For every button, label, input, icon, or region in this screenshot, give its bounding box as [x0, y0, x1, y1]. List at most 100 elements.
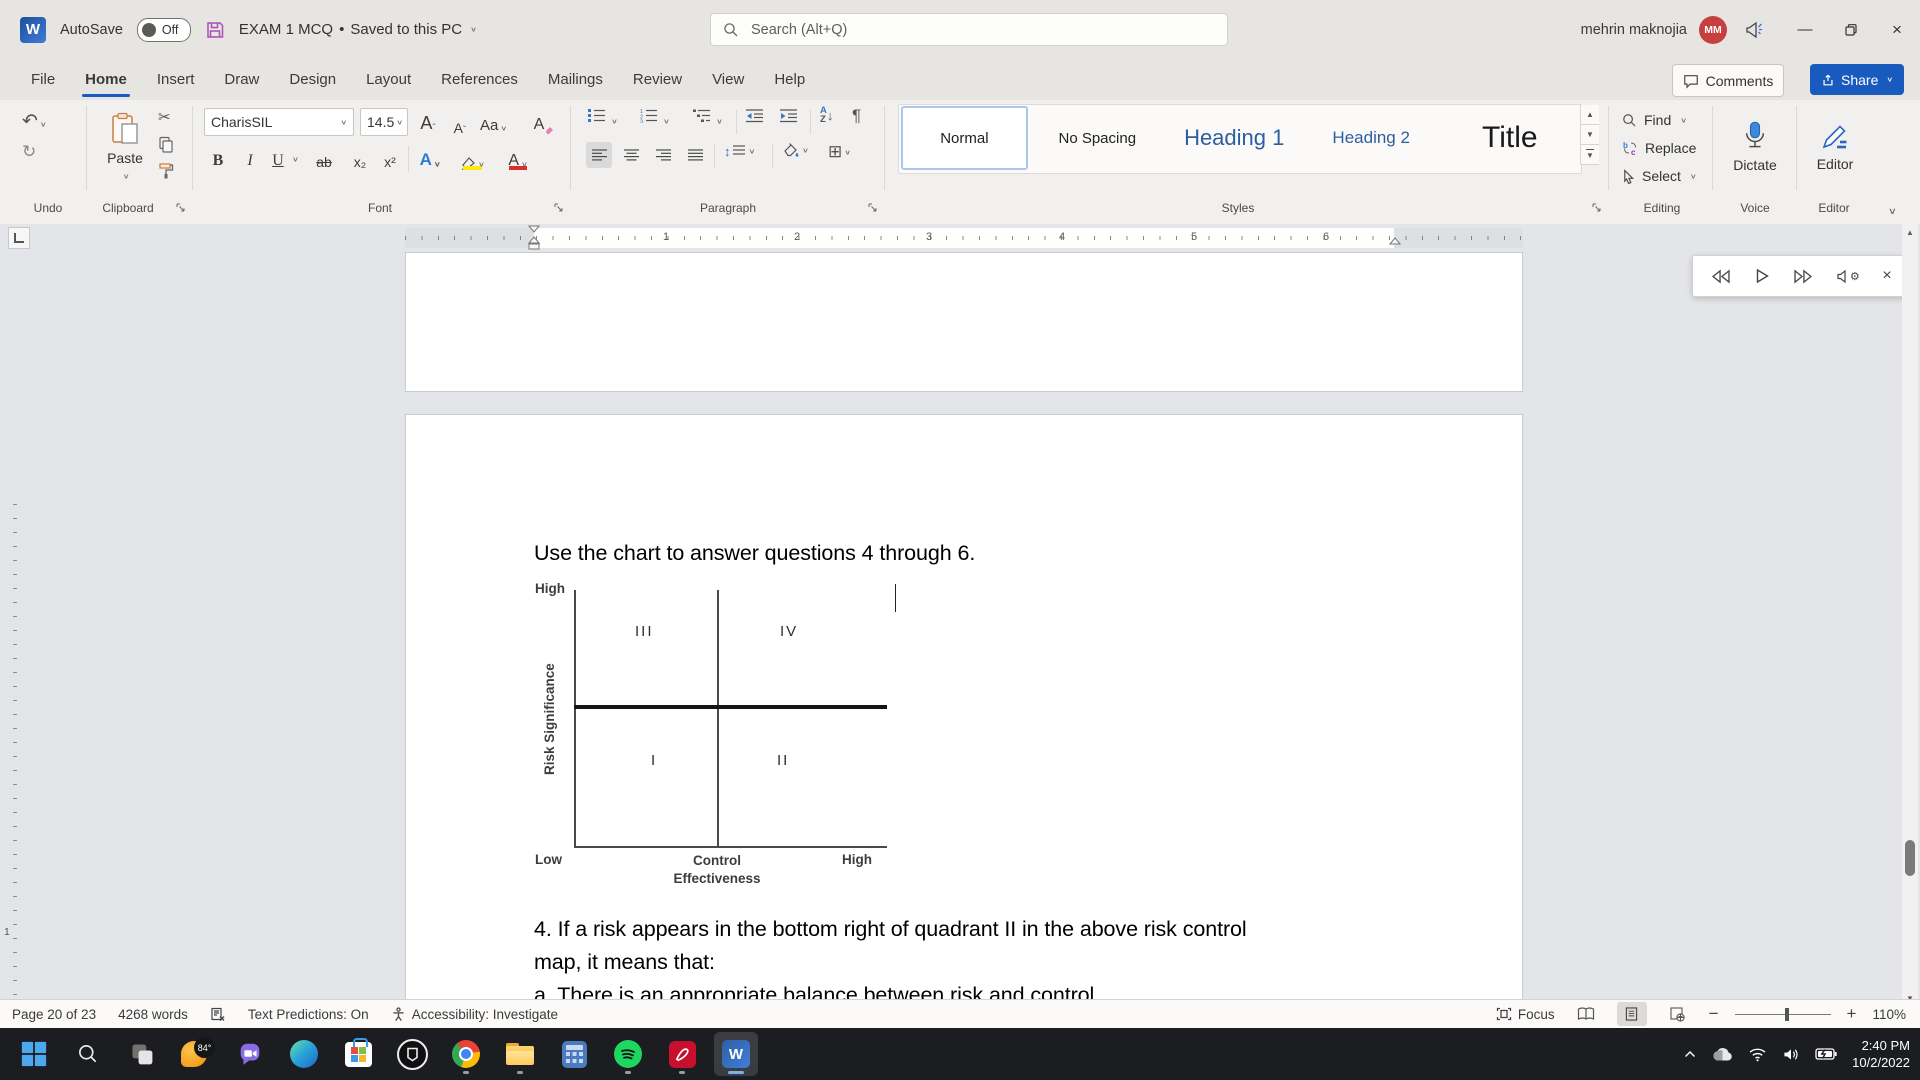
tab-layout[interactable]: Layout [351, 59, 426, 100]
numbering-chevron-icon[interactable]: ∨ [663, 117, 670, 125]
style-heading1[interactable]: Heading 1 [1167, 107, 1302, 169]
tab-references[interactable]: References [426, 59, 533, 100]
borders-button[interactable]: ⊞ ∨ [828, 142, 851, 162]
scroll-up-icon[interactable]: ▲ [1902, 224, 1918, 240]
intro-paragraph[interactable]: Use the chart to answer questions 4 thro… [534, 537, 975, 570]
font-name-combo[interactable]: CharisSIL∨ [204, 108, 354, 136]
underline-chevron-icon[interactable]: ∨ [292, 155, 299, 163]
style-title[interactable]: Title [1441, 107, 1579, 169]
align-right-button[interactable] [650, 142, 676, 168]
underline-button[interactable]: U [266, 144, 290, 172]
text-predictions-status[interactable]: Text Predictions: On [248, 1007, 369, 1022]
tab-design[interactable]: Design [274, 59, 351, 100]
calculator-button[interactable] [552, 1032, 596, 1076]
increase-indent-button[interactable] [780, 108, 798, 123]
microsoft-store-button[interactable] [336, 1032, 380, 1076]
wifi-icon[interactable] [1748, 1047, 1767, 1062]
shading-button[interactable]: ∨ [782, 142, 809, 158]
tab-view[interactable]: View [697, 59, 759, 100]
align-center-button[interactable] [618, 142, 644, 168]
text-effects-button[interactable]: A∨ [418, 144, 442, 172]
onedrive-icon[interactable] [1711, 1047, 1733, 1061]
scrollbar-thumb[interactable] [1905, 840, 1915, 876]
next-paragraph-icon[interactable] [1792, 269, 1814, 284]
bullets-chevron-icon[interactable]: ∨ [611, 117, 618, 125]
grow-font-button[interactable]: Aˆ [416, 108, 440, 136]
style-no-spacing[interactable]: No Spacing [1030, 107, 1165, 169]
clipboard-dialog-launcher-icon[interactable] [176, 203, 185, 212]
zoom-slider-thumb[interactable] [1785, 1008, 1789, 1021]
italic-button[interactable]: I [238, 144, 262, 172]
paragraph-dialog-launcher-icon[interactable] [868, 203, 877, 212]
tab-selector[interactable] [8, 227, 30, 249]
undo-button[interactable]: ↶∨ [22, 110, 47, 133]
feedback-megaphone-icon[interactable] [1743, 19, 1764, 40]
bullets-button[interactable] [588, 108, 606, 123]
save-icon[interactable] [205, 20, 225, 40]
autosave-toggle[interactable]: Off [137, 18, 191, 42]
font-size-combo[interactable]: 14.5∨ [360, 108, 408, 136]
styles-scroll-up-icon[interactable]: ▲ [1580, 105, 1599, 125]
task-view-button[interactable] [120, 1032, 164, 1076]
file-explorer-button[interactable] [498, 1032, 542, 1076]
indent-markers[interactable] [528, 225, 540, 251]
sort-button[interactable]: A Z ↓ [820, 106, 833, 124]
decrease-indent-button[interactable] [746, 108, 764, 123]
previous-paragraph-icon[interactable] [1710, 269, 1732, 284]
document-title[interactable]: EXAM 1 MCQ • Saved to this PC ∨ [239, 21, 477, 38]
style-heading2[interactable]: Heading 2 [1304, 107, 1439, 169]
comments-button[interactable]: Comments [1672, 64, 1784, 97]
voice-settings-icon[interactable]: ⚙ [1837, 270, 1860, 283]
select-button[interactable]: Select ∨ [1622, 162, 1697, 190]
change-case-button[interactable]: Aa∨ [480, 108, 507, 136]
answer-a-paragraph[interactable]: a. There is an appropriate balance betwe… [534, 979, 1094, 999]
battery-icon[interactable] [1815, 1048, 1837, 1060]
superscript-button[interactable]: x² [378, 144, 402, 172]
multilevel-chevron-icon[interactable]: ∨ [716, 117, 723, 125]
editor-button[interactable]: Editor [1802, 106, 1868, 186]
share-button[interactable]: Share ∨ [1810, 64, 1904, 95]
page-19-bottom[interactable] [405, 252, 1523, 392]
focus-toggle[interactable]: Focus [1496, 1007, 1555, 1022]
vertical-scrollbar[interactable]: ▲ ▼ [1902, 222, 1918, 1008]
bold-button[interactable]: B [206, 144, 230, 172]
redo-button[interactable]: ↻ [22, 142, 36, 162]
line-spacing-button[interactable]: ↕ ∨ [724, 144, 755, 159]
user-name[interactable]: mehrin maknojia [1581, 22, 1687, 38]
styles-more-icon[interactable]: ▼ [1580, 145, 1599, 165]
tab-review[interactable]: Review [618, 59, 697, 100]
question-4-paragraph[interactable]: 4. If a risk appears in the bottom right… [534, 913, 1282, 979]
word-count[interactable]: 4268 words [118, 1007, 188, 1022]
close-button[interactable]: × [1874, 6, 1920, 54]
clock[interactable]: 2:40 PM 10/2/2022 [1852, 1037, 1910, 1071]
teams-chat-button[interactable] [228, 1032, 272, 1076]
paste-button[interactable]: Paste ∨ [96, 104, 154, 190]
style-normal[interactable]: Normal [901, 106, 1028, 170]
styles-scroll-down-icon[interactable]: ▼ [1580, 125, 1599, 145]
collapse-ribbon-icon[interactable]: ∨ [1888, 206, 1897, 217]
print-layout-button[interactable] [1617, 1002, 1647, 1026]
read-aloud-close-icon[interactable]: × [1882, 267, 1891, 285]
start-button[interactable] [12, 1032, 56, 1076]
tab-file[interactable]: File [16, 59, 70, 100]
tray-chevron-icon[interactable] [1684, 1050, 1696, 1058]
tab-draw[interactable]: Draw [209, 59, 274, 100]
zoom-slider[interactable] [1735, 1014, 1831, 1015]
highlight-color-button[interactable]: ∨ [460, 144, 485, 172]
clear-formatting-button[interactable]: A [532, 108, 556, 136]
zoom-level[interactable]: 110% [1872, 1007, 1906, 1022]
format-painter-icon[interactable] [158, 162, 175, 179]
badge-outline-app-button[interactable] [390, 1032, 434, 1076]
read-mode-button[interactable] [1571, 1002, 1601, 1026]
right-indent-marker[interactable] [1389, 237, 1401, 249]
dictate-button[interactable]: Dictate [1722, 106, 1788, 186]
tab-insert[interactable]: Insert [142, 59, 210, 100]
restore-button[interactable] [1828, 6, 1874, 54]
zoom-out-button[interactable]: − [1709, 1004, 1719, 1024]
search-box[interactable] [710, 13, 1228, 46]
edge-button[interactable] [282, 1032, 326, 1076]
search-input[interactable] [749, 21, 1215, 39]
shrink-font-button[interactable]: Aˇ [448, 110, 472, 138]
strikethrough-button[interactable]: ab [312, 144, 336, 172]
tab-home[interactable]: Home [70, 59, 142, 100]
